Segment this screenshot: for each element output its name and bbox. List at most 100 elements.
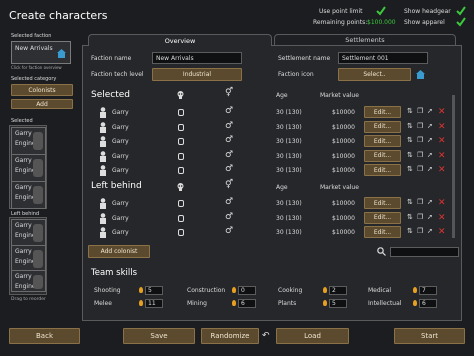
pawn-card[interactable]: Garry Engineer	[11, 270, 46, 292]
edit-pawn-button[interactable]: Edit...	[364, 120, 401, 133]
move-icon[interactable]: ➚	[427, 227, 433, 235]
faction-name-input[interactable]: New Arrivals	[152, 52, 242, 64]
delete-icon[interactable]: ✕	[438, 151, 446, 161]
skull-toggle[interactable]	[178, 229, 184, 236]
age-column-header[interactable]: Age	[276, 184, 288, 191]
tab-settlements[interactable]: Settlements	[274, 34, 456, 46]
copy-icon[interactable]: ❐	[417, 151, 423, 159]
pawn-card[interactable]: Garry Engineer	[11, 219, 46, 247]
skull-toggle[interactable]	[178, 200, 184, 207]
gender-icon[interactable]: ♂	[225, 226, 233, 236]
add-category-button[interactable]: Add	[11, 99, 73, 109]
move-icon[interactable]: ➚	[427, 122, 433, 130]
show-headgear-checkbox[interactable]	[456, 6, 466, 16]
pawn-row[interactable]: Garry ♂ 30 (130) $10000 Edit... ⇅ ❐ ➚ ✕	[94, 211, 446, 225]
edit-pawn-button[interactable]: Edit...	[364, 164, 401, 176]
market-value-column-header[interactable]: Market value	[320, 184, 359, 191]
move-icon[interactable]: ➚	[427, 213, 433, 221]
edit-pawn-button[interactable]: Edit...	[364, 149, 401, 162]
skull-toggle[interactable]	[178, 167, 184, 174]
move-icon[interactable]: ➚	[427, 198, 433, 206]
skull-toggle[interactable]	[178, 123, 184, 131]
faction-tech-label: Faction tech level	[91, 71, 144, 78]
gender-icon[interactable]: ♂	[225, 121, 233, 131]
skull-toggle[interactable]	[178, 214, 184, 222]
house-icon[interactable]	[415, 69, 426, 80]
load-button[interactable]: Load	[276, 328, 349, 344]
gender-icon[interactable]: ♂	[225, 135, 233, 145]
pawn-card[interactable]: Garry Engineer	[11, 154, 46, 182]
pawn-card[interactable]: Garry Engineer	[11, 245, 46, 273]
pawn-row[interactable]: Garry ♂ 30 (130) $10000 Edit... ⇅ ❐ ➚ ✕	[94, 149, 446, 163]
delete-icon[interactable]: ✕	[438, 213, 446, 223]
market-value-column-header[interactable]: Market value	[320, 92, 359, 99]
pawn-card-name: Garry	[15, 184, 32, 191]
gender-icon[interactable]: ♂	[225, 164, 233, 174]
faction-selector[interactable]: New Arrivals	[11, 41, 71, 64]
move-icon[interactable]: ➚	[427, 107, 433, 115]
delete-icon[interactable]: ✕	[438, 108, 446, 117]
pawn-row[interactable]: Garry ♂ 30 (130) $10000 Edit... ⇅ ❐ ➚ ✕	[94, 135, 446, 148]
reorder-icon[interactable]: ⇅	[407, 151, 413, 159]
settlement-name-input[interactable]: Settlement 001	[338, 52, 428, 64]
move-icon[interactable]: ➚	[427, 136, 433, 144]
reorder-icon[interactable]: ⇅	[407, 227, 413, 235]
move-icon[interactable]: ➚	[427, 151, 433, 159]
copy-icon[interactable]: ❐	[417, 136, 423, 144]
category-dropdown[interactable]: Colonists	[11, 84, 73, 96]
faction-icon-select-button[interactable]: Select..	[338, 68, 411, 81]
delete-icon[interactable]: ✕	[438, 199, 446, 208]
use-point-limit-checkbox[interactable]	[376, 6, 386, 16]
reorder-icon[interactable]: ⇅	[407, 122, 413, 130]
reorder-icon[interactable]: ⇅	[407, 198, 413, 206]
reorder-icon[interactable]: ⇅	[407, 213, 413, 221]
pawn-card[interactable]: Garry Engineer	[11, 181, 46, 209]
start-button[interactable]: Start	[394, 328, 465, 344]
copy-icon[interactable]: ❐	[417, 107, 423, 115]
randomize-button[interactable]: Randomize	[201, 328, 259, 344]
delete-icon[interactable]: ✕	[438, 122, 446, 132]
gender-icon[interactable]: ♂	[225, 106, 233, 116]
skull-toggle[interactable]	[178, 152, 184, 160]
back-button[interactable]: Back	[9, 328, 80, 344]
skull-toggle[interactable]	[178, 109, 184, 116]
pawn-row[interactable]: Garry ♂ 30 (130) $10000 Edit... ⇅ ❐ ➚ ✕	[94, 197, 446, 210]
save-button[interactable]: Save	[123, 328, 195, 344]
copy-icon[interactable]: ❐	[417, 198, 423, 206]
reorder-icon[interactable]: ⇅	[407, 165, 413, 173]
pawn-row[interactable]: Garry ♂ 30 (130) $10000 Edit... ⇅ ❐ ➚ ✕	[94, 120, 446, 134]
gender-icon[interactable]: ♂	[225, 150, 233, 160]
pawn-card[interactable]: Garry Engineer	[11, 127, 46, 155]
add-colonist-button[interactable]: Add colonist	[88, 245, 150, 258]
tab-overview[interactable]: Overview	[88, 34, 272, 46]
reorder-icon[interactable]: ⇅	[407, 107, 413, 115]
skull-toggle[interactable]	[178, 138, 184, 145]
faction-selector-name: New Arrivals	[15, 45, 53, 52]
pawn-row[interactable]: Garry ♂ 30 (130) $10000 Edit... ⇅ ❐ ➚ ✕	[94, 164, 446, 177]
edit-pawn-button[interactable]: Edit...	[364, 226, 401, 238]
search-input[interactable]	[390, 247, 459, 257]
pawn-row[interactable]: Garry ♂ 30 (130) $10000 Edit... ⇅ ❐ ➚ ✕	[94, 226, 446, 239]
edit-pawn-button[interactable]: Edit...	[364, 197, 401, 209]
edit-pawn-button[interactable]: Edit...	[364, 135, 401, 147]
copy-icon[interactable]: ❐	[417, 227, 423, 235]
delete-icon[interactable]: ✕	[438, 166, 446, 175]
faction-tech-dropdown[interactable]: Industrial	[152, 68, 242, 81]
undo-icon[interactable]: ↶	[262, 331, 270, 341]
move-icon[interactable]: ➚	[427, 165, 433, 173]
delete-icon[interactable]: ✕	[438, 137, 446, 146]
pawn-icon	[100, 227, 106, 238]
show-apparel-checkbox[interactable]	[456, 17, 466, 27]
reorder-icon[interactable]: ⇅	[407, 136, 413, 144]
gender-icon[interactable]: ♂	[225, 197, 233, 207]
pawn-row[interactable]: Garry ♂ 30 (130) $10000 Edit... ⇅ ❐ ➚ ✕	[94, 106, 446, 119]
gender-icon[interactable]: ♂	[225, 212, 233, 222]
table-scrollbar[interactable]	[452, 95, 455, 238]
copy-icon[interactable]: ❐	[417, 213, 423, 221]
copy-icon[interactable]: ❐	[417, 165, 423, 173]
edit-pawn-button[interactable]: Edit...	[364, 211, 401, 224]
delete-icon[interactable]: ✕	[438, 228, 446, 237]
edit-pawn-button[interactable]: Edit...	[364, 106, 401, 118]
copy-icon[interactable]: ❐	[417, 122, 423, 130]
age-column-header[interactable]: Age	[276, 92, 288, 99]
